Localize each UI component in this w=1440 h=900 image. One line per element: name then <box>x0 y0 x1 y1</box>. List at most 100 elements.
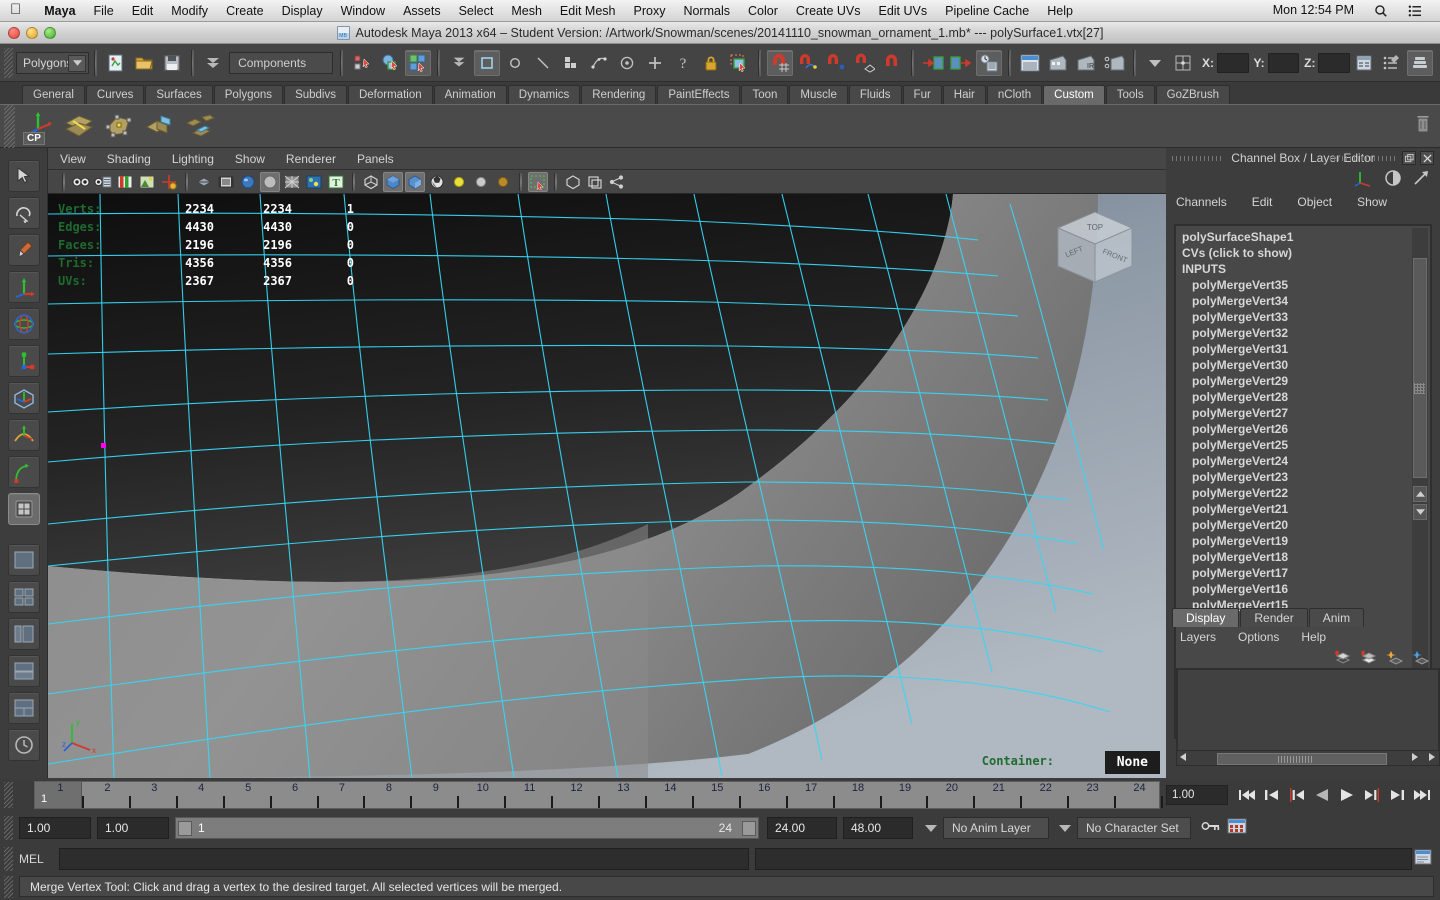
all-lights-icon[interactable] <box>493 172 513 192</box>
channel-box-entry[interactable]: polyMergeVert30 <box>1176 357 1430 373</box>
last-tool-used[interactable] <box>7 493 40 525</box>
channel-box-entry[interactable]: polyMergeVert35 <box>1176 277 1430 293</box>
xray-joints-icon[interactable] <box>563 172 583 192</box>
tool-settings-icon[interactable] <box>1379 50 1405 76</box>
current-time-field[interactable]: 1.00 <box>1166 785 1228 805</box>
os-menu-item-create[interactable]: Create <box>217 4 273 18</box>
component-points-icon[interactable] <box>474 49 500 76</box>
shelf-tab-animation[interactable]: Animation <box>433 85 507 104</box>
channel-box-entry[interactable]: polyMergeVert32 <box>1176 325 1430 341</box>
component-edges-icon[interactable] <box>530 50 556 76</box>
persp-graph-layout[interactable] <box>7 655 40 687</box>
use-all-lights-icon[interactable] <box>405 171 425 192</box>
os-menu-item-edit[interactable]: Edit <box>123 4 163 18</box>
rotate-tool[interactable] <box>7 308 40 340</box>
os-menu-item-create-uvs[interactable]: Create UVs <box>787 4 870 18</box>
shelf-tab-fur[interactable]: Fur <box>902 85 942 104</box>
animation-end-time-field[interactable]: 48.00 <box>843 817 913 839</box>
paint-select-tool[interactable] <box>7 234 40 266</box>
os-menu-item-modify[interactable]: Modify <box>162 4 217 18</box>
bookmark-layout[interactable] <box>7 729 40 761</box>
render-view-icon[interactable] <box>1017 50 1043 76</box>
viewport-menu-show[interactable]: Show <box>235 152 265 166</box>
shelf-tab-toon[interactable]: Toon <box>741 85 789 104</box>
go-to-end-button[interactable] <box>1410 784 1433 806</box>
shelf-tab-muscle[interactable]: Muscle <box>789 85 848 104</box>
os-menu-item-edit-mesh[interactable]: Edit Mesh <box>551 4 625 18</box>
channel-box-entry[interactable]: polyMergeVert26 <box>1176 421 1430 437</box>
os-menu-item-window[interactable]: Window <box>332 4 394 18</box>
snap-grid-icon[interactable] <box>767 49 793 76</box>
use-default-light-icon[interactable] <box>383 171 403 192</box>
range-end-handle[interactable] <box>742 821 756 836</box>
minimize-button[interactable] <box>26 27 38 39</box>
channel-box-entry[interactable]: polyMergeVert31 <box>1176 341 1430 357</box>
layer-editor-horizontal-scrollbar[interactable] <box>1176 750 1440 766</box>
component-uvs-icon[interactable] <box>586 50 612 76</box>
os-menu-item-normals[interactable]: Normals <box>674 4 739 18</box>
viewport-3d-canvas[interactable]: Verts: 2234 2234 1 Edges: 4430 4430 0 Fa… <box>48 194 1166 778</box>
play-forwards-button[interactable] <box>1335 784 1358 806</box>
channel-box-menu-object[interactable]: Object <box>1297 195 1332 209</box>
highlight-selection-icon[interactable] <box>726 50 752 76</box>
channel-box-entry[interactable]: polyMergeVert20 <box>1176 517 1430 533</box>
construction-history-icon[interactable] <box>976 49 1002 76</box>
channel-box-entry[interactable]: polyMergeVert23 <box>1176 469 1430 485</box>
shelf-tab-gozbrush[interactable]: GoZBrush <box>1155 85 1231 104</box>
smooth-shade-icon[interactable] <box>216 172 236 192</box>
show-manipulator-tool[interactable] <box>7 456 40 488</box>
layer-editor-toggle-icon[interactable] <box>1412 169 1430 192</box>
coord-x-field[interactable] <box>1217 52 1249 73</box>
bookmarks-icon[interactable] <box>115 172 135 192</box>
coord-y-field[interactable] <box>1267 52 1300 73</box>
lock-selection-icon[interactable] <box>698 50 724 76</box>
channel-box-entry[interactable]: polyMergeVert25 <box>1176 437 1430 453</box>
scroll-right-end-icon[interactable] <box>1426 749 1436 767</box>
channel-box-entry[interactable]: polyMergeVert16 <box>1176 581 1430 597</box>
select-by-component-icon[interactable] <box>405 49 431 76</box>
channel-box-scroll-thumb[interactable] <box>1413 258 1427 478</box>
snap-curve-icon[interactable] <box>795 50 821 76</box>
view-cube[interactable]: TOP LEFT FRONT <box>1052 208 1138 295</box>
soft-modification-tool[interactable] <box>7 419 40 451</box>
viewport-menu-panels[interactable]: Panels <box>357 152 394 166</box>
select-by-object-icon[interactable] <box>377 50 403 76</box>
shelf-tab-surfaces[interactable]: Surfaces <box>145 85 213 104</box>
snap-point-icon[interactable] <box>823 50 849 76</box>
range-slider-grip[interactable] <box>4 816 13 840</box>
attribute-editor-icon[interactable] <box>1351 50 1377 76</box>
shelf-tab-deformation[interactable]: Deformation <box>347 85 433 104</box>
zoom-button[interactable] <box>44 27 56 39</box>
layer-editor-list[interactable] <box>1176 668 1440 760</box>
select-tool[interactable] <box>7 160 40 192</box>
channel-box-entry[interactable]: polyMergeVert34 <box>1176 293 1430 309</box>
layer-tab-display[interactable]: Display <box>1172 608 1240 627</box>
shelf-trash-icon[interactable] <box>1416 114 1440 139</box>
layer-menu-options[interactable]: Options <box>1238 630 1279 644</box>
scroll-left-arrow-icon[interactable] <box>1179 749 1189 767</box>
shelf-tab-curves[interactable]: Curves <box>85 85 145 104</box>
play-backwards-button[interactable] <box>1310 784 1333 806</box>
channel-box-menu-channels[interactable]: Channels <box>1176 195 1227 209</box>
step-back-frame-button[interactable] <box>1285 784 1308 806</box>
input-connections-icon[interactable] <box>920 50 946 76</box>
step-forward-frame-button[interactable] <box>1360 784 1383 806</box>
coord-z-field[interactable] <box>1318 52 1350 73</box>
animation-start-time-field[interactable]: 1.00 <box>19 817 91 839</box>
igs-render-icon[interactable]: IR <box>1073 50 1099 76</box>
channel-box-entry[interactable]: polyMergeVert29 <box>1176 373 1430 389</box>
time-slider-grip[interactable] <box>4 782 13 808</box>
snap-view-plane-icon[interactable] <box>879 50 905 76</box>
channel-box-entry[interactable]: polyMergeVert28 <box>1176 389 1430 405</box>
script-editor-icon[interactable] <box>1414 849 1432 870</box>
channel-box-toggle-icon[interactable] <box>1354 169 1374 192</box>
component-handle-icon[interactable] <box>642 50 668 76</box>
os-menu-item-mesh[interactable]: Mesh <box>502 4 551 18</box>
search-icon[interactable] <box>1364 3 1398 18</box>
channel-box-entry[interactable]: polySurfaceShape1 <box>1176 229 1430 245</box>
layer-tab-render[interactable]: Render <box>1240 608 1308 627</box>
shelf-tab-rendering[interactable]: Rendering <box>581 85 657 104</box>
layer-scroll-thumb[interactable] <box>1217 753 1387 765</box>
xray-icon[interactable] <box>528 171 548 192</box>
shelf-item-poly-merge-vertex-icon[interactable] <box>102 109 136 143</box>
